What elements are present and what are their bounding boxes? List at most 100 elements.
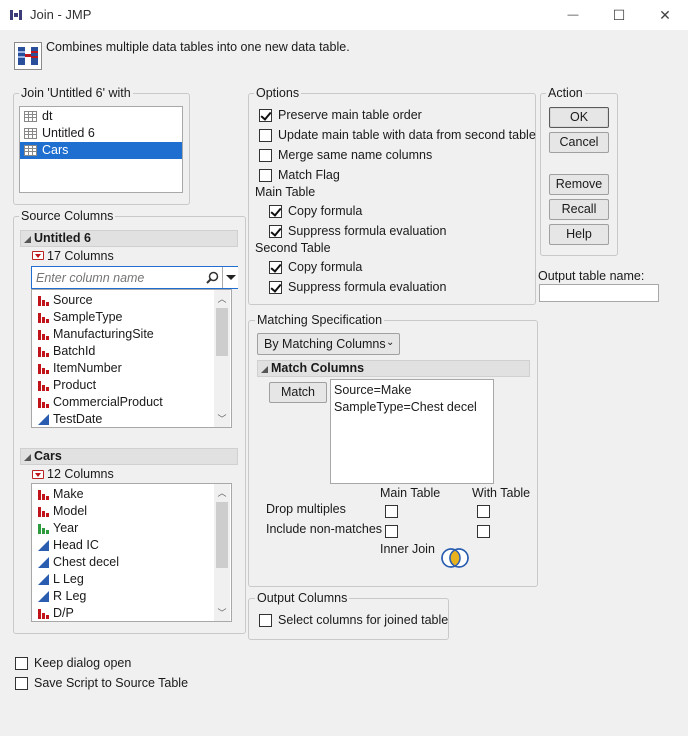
window-title: Join - JMP — [30, 7, 92, 22]
main-table-col-label: Main Table — [380, 486, 441, 500]
output-table-name-label: Output table name: — [538, 269, 645, 283]
column-name: Chest decel — [53, 555, 120, 569]
table-listbox[interactable]: dt Untitled 6 Cars — [19, 106, 183, 193]
output-columns-legend: Output Columns — [255, 591, 350, 605]
red-triangle-menu-icon[interactable] — [32, 470, 44, 479]
recall-button[interactable]: Recall — [549, 199, 609, 220]
column-list-item[interactable]: R Leg — [32, 588, 214, 605]
scroll-thumb[interactable] — [216, 502, 228, 568]
data-table-icon — [24, 145, 37, 156]
include-nonmatches-main-checkbox[interactable] — [385, 525, 398, 538]
scroll-down-icon[interactable]: ﹀ — [217, 609, 227, 618]
select-columns-checkbox[interactable] — [259, 614, 272, 627]
column-search-input[interactable] — [34, 269, 202, 286]
update-main-checkbox[interactable] — [259, 129, 272, 142]
column-list-item[interactable]: Year — [32, 520, 214, 537]
jmp-app-icon — [10, 10, 22, 20]
table1-name: Untitled 6 — [34, 231, 91, 245]
main-copy-formula-checkbox[interactable] — [269, 205, 282, 218]
data-table-icon — [24, 111, 37, 122]
preserve-order-checkbox[interactable] — [259, 109, 272, 122]
second-copy-formula-checkbox[interactable] — [269, 261, 282, 274]
column-list-item[interactable]: Model — [32, 503, 214, 520]
column-list-item[interactable]: L Leg — [32, 571, 214, 588]
match-columns-header[interactable]: Match Columns — [257, 360, 530, 377]
column-list-item[interactable]: ItemNumber — [32, 360, 214, 377]
inner-join-venn-icon[interactable] — [439, 547, 471, 569]
disclosure-triangle-icon[interactable] — [24, 236, 31, 243]
disclosure-triangle-icon[interactable] — [261, 366, 268, 373]
with-table-col-label: With Table — [472, 486, 531, 500]
nominal-column-icon — [38, 330, 49, 340]
match-button[interactable]: Match — [269, 382, 327, 403]
column-list-item[interactable]: SampleType — [32, 309, 214, 326]
table2-header[interactable]: Cars — [20, 448, 238, 465]
search-options-dropdown[interactable] — [222, 267, 238, 288]
merge-same-label: Merge same name columns — [278, 148, 433, 162]
column-list-item[interactable]: Chest decel — [32, 554, 214, 571]
column-list-item[interactable]: Source — [32, 292, 214, 309]
table1-column-list[interactable]: Source SampleType ManufacturingSite BatchId… — [31, 289, 232, 428]
continuous-column-icon — [38, 414, 49, 425]
match-pairs-list[interactable]: Source=Make SampleType=Chest decel — [330, 379, 494, 484]
scroll-up-icon[interactable]: ︿ — [217, 489, 227, 498]
continuous-column-icon — [38, 540, 49, 551]
scroll-up-icon[interactable]: ︿ — [217, 295, 227, 304]
column-name: ManufacturingSite — [53, 327, 154, 341]
column-list-item[interactable]: CommercialProduct — [32, 394, 214, 411]
column-name: CommercialProduct — [53, 395, 163, 409]
column-list-item[interactable]: ManufacturingSite — [32, 326, 214, 343]
merge-same-checkbox[interactable] — [259, 149, 272, 162]
matching-method-select[interactable]: By Matching Columns ⌄ — [257, 333, 400, 355]
column-name: Make — [53, 487, 84, 501]
main-suppress-checkbox[interactable] — [269, 225, 282, 238]
preserve-order-label: Preserve main table order — [278, 108, 422, 122]
nominal-column-icon — [38, 490, 49, 500]
scroll-thumb[interactable] — [216, 308, 228, 356]
table2-scrollbar[interactable]: ︿ ﹀ — [214, 484, 230, 621]
second-suppress-checkbox[interactable] — [269, 281, 282, 294]
table-list-item[interactable]: dt — [20, 108, 182, 125]
cancel-button[interactable]: Cancel — [549, 132, 609, 153]
output-table-name-input[interactable] — [539, 284, 659, 302]
table1-header[interactable]: Untitled 6 — [20, 230, 238, 247]
help-button[interactable]: Help — [549, 224, 609, 245]
keep-open-checkbox[interactable] — [15, 657, 28, 670]
remove-button[interactable]: Remove — [549, 174, 609, 195]
minimize-button[interactable]: — — [550, 0, 596, 30]
ok-button[interactable]: OK — [549, 107, 609, 128]
minimize-icon: — — [567, 9, 579, 21]
match-pair-item[interactable]: SampleType=Chest decel — [331, 399, 477, 416]
match-pair-item[interactable]: Source=Make — [331, 382, 411, 399]
column-list-item[interactable]: TestDate — [32, 411, 214, 427]
table2-column-count: 12 Columns — [47, 467, 114, 481]
column-name: Year — [53, 521, 79, 535]
table1-scrollbar[interactable]: ︿ ﹀ — [214, 290, 230, 427]
main-copy-formula-label: Copy formula — [288, 204, 363, 218]
table-list-item-label: Untitled 6 — [42, 126, 95, 140]
save-script-checkbox[interactable] — [15, 677, 28, 690]
close-button[interactable]: ✕ — [642, 0, 688, 30]
include-nonmatches-with-checkbox[interactable] — [477, 525, 490, 538]
matching-method-value: By Matching Columns — [264, 337, 386, 351]
drop-multiples-with-checkbox[interactable] — [477, 505, 490, 518]
disclosure-triangle-icon[interactable] — [24, 454, 31, 461]
column-name: ItemNumber — [53, 361, 122, 375]
match-columns-title: Match Columns — [271, 361, 365, 375]
column-list-item[interactable]: Make — [32, 486, 214, 503]
table-list-item-label: Cars — [42, 143, 69, 157]
table2-column-list[interactable]: Make Model Year Head IC Chest decel L Leg R Le… — [31, 483, 232, 622]
red-triangle-menu-icon[interactable] — [32, 251, 44, 260]
column-list-item[interactable]: Head IC — [32, 537, 214, 554]
column-list-item[interactable]: D/P — [32, 605, 214, 621]
column-list-item[interactable]: Product — [32, 377, 214, 394]
maximize-button[interactable]: ☐ — [596, 0, 642, 30]
match-flag-checkbox[interactable] — [259, 169, 272, 182]
search-icon[interactable] — [206, 271, 219, 284]
scroll-down-icon[interactable]: ﹀ — [217, 415, 227, 424]
nominal-column-icon — [38, 347, 49, 357]
table-list-item[interactable]: Cars — [20, 142, 182, 159]
table-list-item[interactable]: Untitled 6 — [20, 125, 182, 142]
drop-multiples-main-checkbox[interactable] — [385, 505, 398, 518]
column-list-item[interactable]: BatchId — [32, 343, 214, 360]
